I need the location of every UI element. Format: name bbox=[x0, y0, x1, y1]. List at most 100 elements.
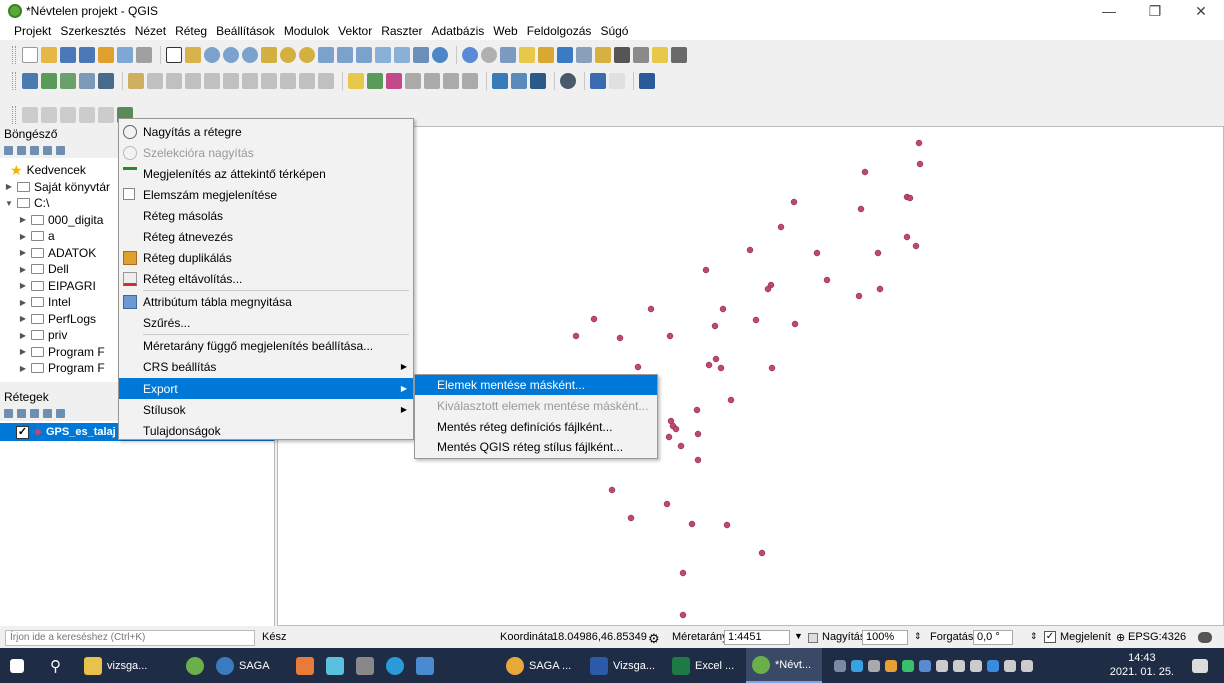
map-point[interactable] bbox=[672, 425, 680, 433]
toolbar-grip[interactable] bbox=[12, 72, 16, 90]
add-feature-icon[interactable] bbox=[185, 73, 201, 89]
plugin-icon[interactable] bbox=[560, 73, 576, 89]
spin-arrows-icon[interactable]: ⇕ bbox=[914, 631, 922, 642]
zoom-in-icon[interactable] bbox=[204, 47, 220, 63]
rotate-label-icon[interactable] bbox=[443, 73, 459, 89]
db-manager-icon[interactable] bbox=[492, 73, 508, 89]
new-memory-layer-icon[interactable] bbox=[60, 107, 76, 123]
taskbar-item-app[interactable] bbox=[296, 648, 319, 683]
save-as-icon[interactable] bbox=[79, 47, 95, 63]
paste-features-icon[interactable] bbox=[280, 73, 296, 89]
show-labels-icon[interactable] bbox=[405, 73, 421, 89]
map-point[interactable] bbox=[813, 249, 821, 257]
map-point[interactable] bbox=[906, 194, 914, 202]
menu-item-duplicate-layer[interactable]: Réteg duplikálás bbox=[119, 247, 413, 268]
label-toolbar-icon[interactable] bbox=[348, 73, 364, 89]
expand-arrow-icon[interactable]: ▶ bbox=[18, 314, 28, 323]
menu-item-copy-layer[interactable]: Réteg másolás bbox=[119, 205, 413, 226]
refresh-icon[interactable] bbox=[432, 47, 448, 63]
map-point[interactable] bbox=[705, 361, 713, 369]
scale-combobox[interactable]: 1:4451 bbox=[724, 630, 790, 645]
restore-button[interactable]: ❐ bbox=[1132, 0, 1178, 22]
data-source-manager-icon[interactable] bbox=[22, 73, 38, 89]
add-postgis-icon[interactable] bbox=[98, 73, 114, 89]
filter-icon[interactable] bbox=[30, 146, 39, 155]
toolbar-grip[interactable] bbox=[12, 46, 16, 64]
map-point[interactable] bbox=[693, 406, 701, 414]
map-point[interactable] bbox=[874, 249, 882, 257]
digitize-icon[interactable] bbox=[166, 73, 182, 89]
deselect-icon[interactable] bbox=[538, 47, 554, 63]
map-point[interactable] bbox=[694, 456, 702, 464]
locator-search-input[interactable]: Írjon ide a kereséshez (Ctrl+K) bbox=[5, 630, 255, 646]
pan-icon[interactable] bbox=[166, 47, 182, 63]
map-point[interactable] bbox=[823, 276, 831, 284]
taskbar-item-notes[interactable] bbox=[416, 648, 439, 683]
add-raster-layer-icon[interactable] bbox=[60, 73, 76, 89]
expand-arrow-icon[interactable]: ▶ bbox=[18, 281, 28, 290]
taskbar-item-saga[interactable]: SAGA bbox=[216, 648, 286, 683]
feature-count-checkbox[interactable] bbox=[123, 188, 135, 200]
menu-szerkesztes[interactable]: Szerkesztés bbox=[60, 24, 125, 38]
add-vector-layer-icon[interactable] bbox=[41, 73, 57, 89]
map-point[interactable] bbox=[608, 486, 616, 494]
new-shapefile-icon[interactable] bbox=[22, 107, 38, 123]
tray-print-icon[interactable] bbox=[936, 659, 948, 672]
save-edits-icon[interactable] bbox=[147, 73, 163, 89]
zoom-native-icon[interactable] bbox=[318, 47, 334, 63]
map-point[interactable] bbox=[717, 364, 725, 372]
collapse-arrow-icon[interactable]: ▼ bbox=[4, 199, 14, 208]
taskbar-item-paint[interactable] bbox=[326, 648, 349, 683]
map-point[interactable] bbox=[694, 430, 702, 438]
copy-features-icon[interactable] bbox=[261, 73, 277, 89]
gps-point-icon[interactable] bbox=[609, 73, 625, 89]
new-virtual-layer-icon[interactable] bbox=[79, 107, 95, 123]
bookmark-icon[interactable] bbox=[394, 47, 410, 63]
menu-web[interactable]: Web bbox=[493, 24, 517, 38]
menu-reteg[interactable]: Réteg bbox=[175, 24, 207, 38]
layer-filter-icon[interactable] bbox=[98, 107, 114, 123]
menu-item-save-qgis-style[interactable]: Mentés QGIS réteg stílus fájlként... bbox=[415, 437, 657, 457]
map-point[interactable] bbox=[666, 332, 674, 340]
toggle-coordinate-icon[interactable]: ⚙ bbox=[648, 631, 660, 647]
menu-item-styles[interactable]: Stílusok ▶ bbox=[119, 399, 413, 420]
zoom-last-icon[interactable] bbox=[337, 47, 353, 63]
menu-raszter[interactable]: Raszter bbox=[381, 24, 422, 38]
start-button[interactable] bbox=[10, 648, 29, 683]
map-point[interactable] bbox=[768, 364, 776, 372]
menu-modulok[interactable]: Modulok bbox=[284, 24, 329, 38]
map-point[interactable] bbox=[790, 198, 798, 206]
map-point[interactable] bbox=[876, 285, 884, 293]
menu-item-save-features-as[interactable]: Elemek mentése másként... bbox=[415, 375, 657, 395]
manage-visibility-icon[interactable] bbox=[30, 409, 39, 418]
expand-arrow-icon[interactable]: ▶ bbox=[4, 182, 14, 191]
menu-item-show-feature-count[interactable]: Elemszám megjelenítése bbox=[119, 184, 413, 205]
map-point[interactable] bbox=[616, 334, 624, 342]
expand-arrow-icon[interactable]: ▶ bbox=[18, 331, 28, 340]
map-point[interactable] bbox=[912, 242, 920, 250]
volume-icon[interactable] bbox=[1004, 659, 1016, 672]
map-point[interactable] bbox=[688, 520, 696, 528]
render-checkbox[interactable]: ✓ bbox=[1044, 631, 1056, 643]
system-clock[interactable]: 14:43 2021. 01. 25. bbox=[1110, 651, 1174, 679]
delete-selected-icon[interactable] bbox=[223, 73, 239, 89]
text-annotation-icon[interactable] bbox=[671, 47, 687, 63]
database-icon[interactable] bbox=[530, 73, 546, 89]
map-point[interactable] bbox=[915, 139, 923, 147]
move-label-icon[interactable] bbox=[424, 73, 440, 89]
menu-feldolgozas[interactable]: Feldolgozás bbox=[527, 24, 592, 38]
map-point[interactable] bbox=[791, 320, 799, 328]
add-delimited-text-icon[interactable] bbox=[79, 73, 95, 89]
tray-cloud-icon[interactable] bbox=[868, 659, 880, 672]
refresh-icon[interactable] bbox=[17, 146, 26, 155]
map-point[interactable] bbox=[758, 549, 766, 557]
taskbar-item-usb[interactable] bbox=[356, 648, 379, 683]
select-features-icon[interactable] bbox=[500, 47, 516, 63]
expression-filter-icon[interactable] bbox=[56, 409, 65, 418]
zoom-out-icon[interactable] bbox=[223, 47, 239, 63]
map-point[interactable] bbox=[711, 322, 719, 330]
save-project-icon[interactable] bbox=[60, 47, 76, 63]
map-point[interactable] bbox=[777, 223, 785, 231]
info-icon[interactable] bbox=[56, 146, 65, 155]
tray-keyboard-icon[interactable] bbox=[919, 659, 931, 672]
